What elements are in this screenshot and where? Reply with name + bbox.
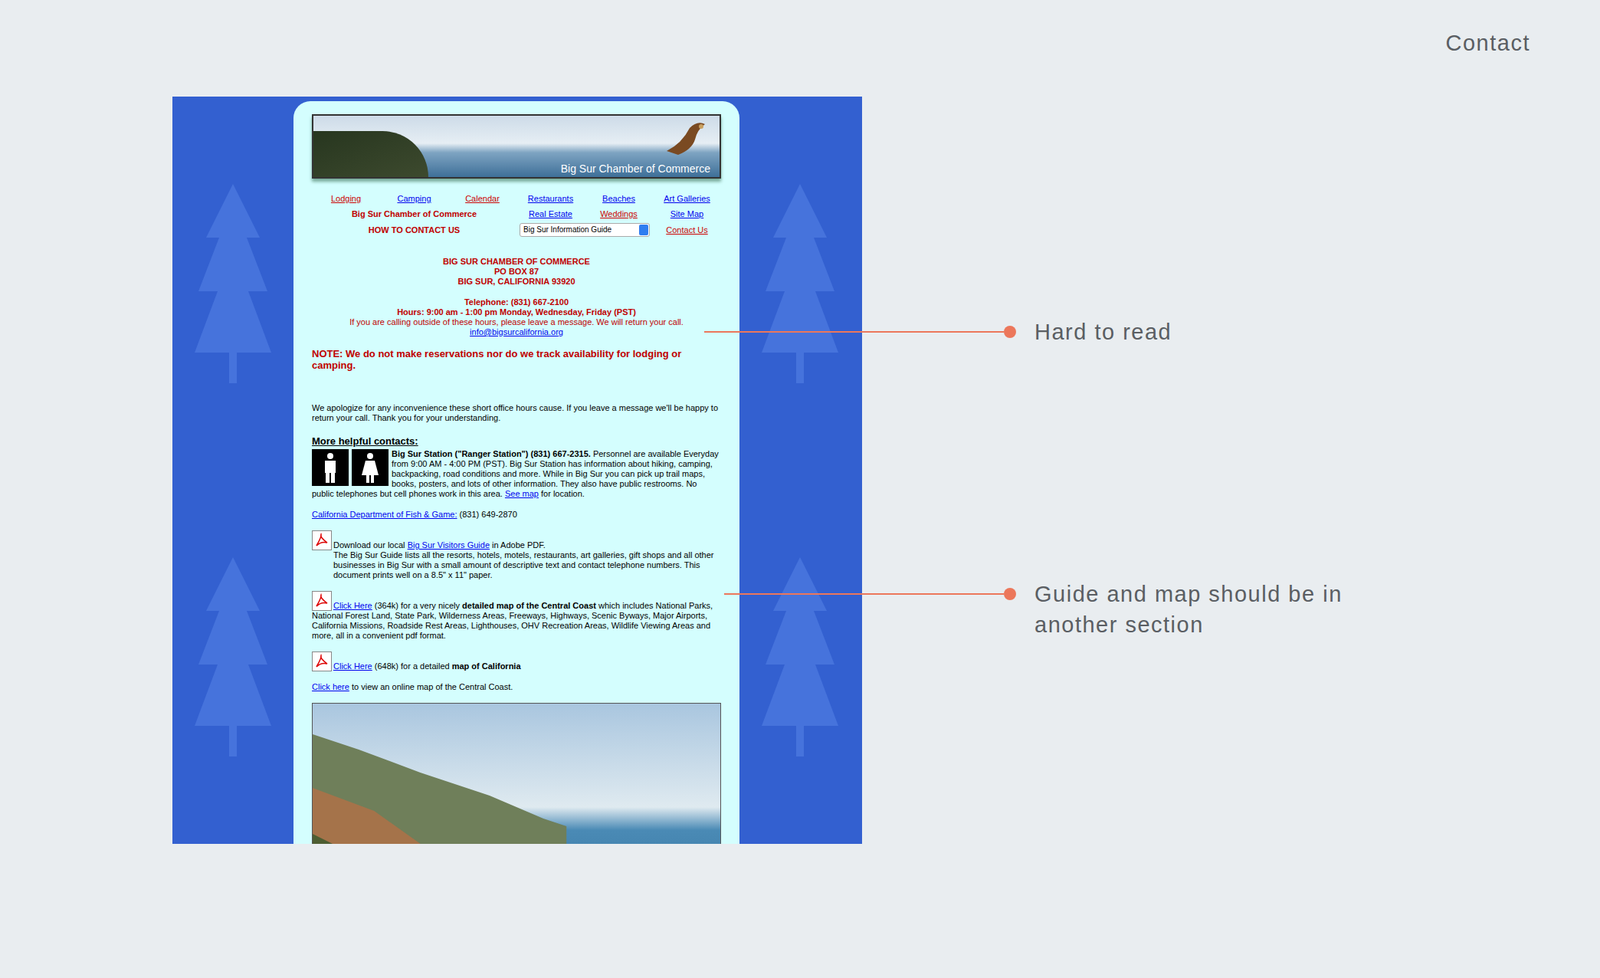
condor-icon (662, 120, 709, 159)
woman-icon (351, 449, 389, 486)
pdf-icon (311, 530, 332, 551)
ranger-station: Big Sur Station ("Ranger Station") (831)… (311, 449, 722, 499)
annotation-line (704, 331, 1004, 333)
nav-link[interactable]: Contact Us (652, 223, 722, 237)
annotation: Hard to read (704, 316, 1403, 348)
annotation-text: Hard to read (1034, 316, 1403, 348)
california-map-link[interactable]: Click Here (333, 661, 373, 671)
tree-icon (761, 183, 839, 384)
coast-hills (312, 703, 721, 844)
nav-link[interactable]: Calendar (448, 192, 517, 205)
address-line: PO BOX 87 (311, 266, 722, 277)
tree-icon (194, 557, 272, 757)
guide-link[interactable]: Big Sur Visitors Guide (407, 540, 490, 550)
online-map: Click here to view an online map of the … (311, 681, 722, 692)
nav-link[interactable]: Camping (380, 192, 449, 205)
slide-title: Contact (1445, 29, 1531, 57)
background-strip (172, 96, 294, 844)
see-map-link[interactable]: See map (504, 488, 539, 499)
fish-game-link[interactable]: California Department of Fish & Game: (311, 509, 458, 519)
nav-link[interactable]: Restaurants (516, 192, 585, 205)
annotation-line (724, 593, 1004, 595)
nav-link[interactable]: Beaches (584, 192, 653, 205)
slide-header: Contact (0, 0, 1600, 97)
nav-link[interactable]: Weddings (584, 207, 653, 220)
website-screenshot: Big Sur Chamber of CommerceLodgingCampin… (172, 96, 863, 844)
nav-link[interactable]: Site Map (652, 207, 722, 220)
banner: Big Sur Chamber of Commerce (311, 114, 722, 179)
address-line: BIG SUR CHAMBER OF COMMERCE (311, 256, 722, 267)
tree-icon (761, 557, 839, 757)
coast-photo (311, 702, 722, 844)
annotation-text: Guide and map should be in another secti… (1034, 578, 1403, 640)
pdf-icon (311, 651, 332, 672)
man-icon (311, 449, 349, 486)
background-strip (739, 96, 861, 844)
guide-select[interactable]: Big Sur Information Guide (519, 222, 650, 237)
address-line: BIG SUR, CALIFORNIA 93920 (311, 276, 722, 287)
annotation-dot (1003, 325, 1017, 338)
restroom-icons (311, 449, 389, 486)
tree-icon (194, 183, 272, 384)
apology: We apologize for any inconvenience these… (311, 403, 722, 423)
pdf-icon (311, 590, 332, 611)
after-hours: If you are calling outside of these hour… (311, 317, 722, 328)
nav-link[interactable]: Lodging (311, 192, 381, 205)
page-card: Big Sur Chamber of CommerceLodgingCampin… (293, 101, 740, 844)
note: NOTE: We do not make reservations nor do… (311, 347, 722, 371)
hours: Hours: 9:00 am - 1:00 pm Monday, Wednesd… (311, 307, 722, 318)
chevron-icon (639, 224, 649, 236)
nav-heading: Big Sur Chamber of Commerce (311, 207, 517, 220)
banner-trees (313, 131, 429, 178)
central-coast-map: Click Here (364k) for a very nicely deta… (311, 590, 722, 641)
email-link[interactable]: info@bigsurcalifornia.org (469, 327, 564, 337)
contacts-heading: More helpful contacts: (311, 435, 722, 448)
annotation-dot (1003, 587, 1017, 600)
slide: ContactBig Sur Chamber of CommerceLodgin… (0, 0, 1600, 978)
online-map-link[interactable]: Click here (311, 681, 350, 692)
guide-description: The Big Sur Guide lists all the resorts,… (311, 550, 722, 581)
annotation: Guide and map should be in another secti… (724, 578, 1403, 640)
central-map-link[interactable]: Click Here (333, 600, 373, 610)
address-block: BIG SUR CHAMBER OF COMMERCEPO BOX 87BIG … (311, 256, 722, 338)
telephone: Telephone: (831) 667-2100 (311, 297, 722, 308)
nav-link[interactable]: Real Estate (516, 207, 585, 220)
nav: LodgingCampingCalendarRestaurantsBeaches… (311, 192, 722, 237)
banner-title: Big Sur Chamber of Commerce (560, 162, 711, 175)
fish-game: California Department of Fish & Game: (8… (311, 509, 722, 520)
visitors-guide: Download our local Big Sur Visitors Guid… (311, 530, 722, 581)
nav-link[interactable]: Art Galleries (652, 192, 722, 205)
california-map: Click Here (648k) for a detailed map of … (311, 651, 722, 672)
nav-heading: HOW TO CONTACT US (311, 223, 517, 237)
